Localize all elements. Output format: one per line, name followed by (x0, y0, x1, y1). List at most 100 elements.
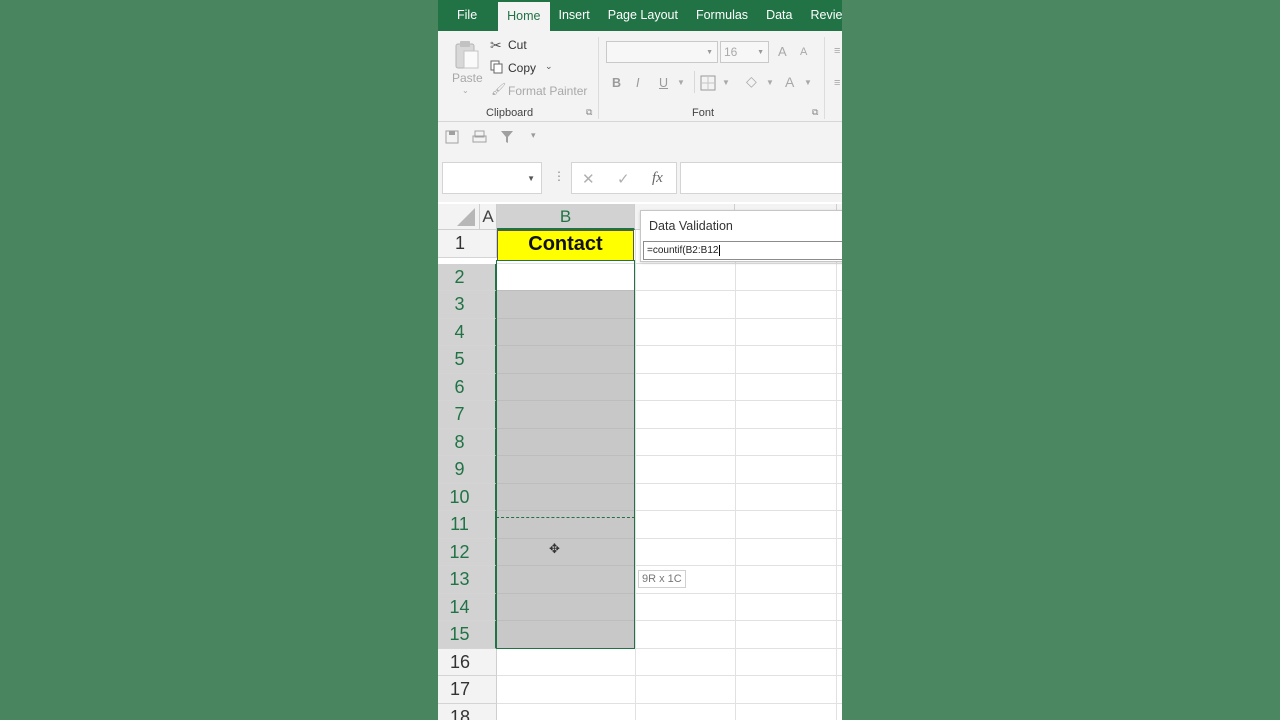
data-validation-title: Data Validation (649, 219, 733, 233)
chevron-down-icon: ▼ (706, 49, 713, 56)
tab-page-layout[interactable]: Page Layout (599, 0, 687, 31)
font-color-button[interactable]: A (785, 74, 794, 90)
paste-dropdown-icon: ⌄ (462, 86, 469, 95)
tab-file[interactable]: File (438, 0, 498, 31)
data-validation-panel: Data Validation =countif(B2:B12 (640, 210, 842, 262)
cell-b1[interactable]: Contact (497, 230, 634, 261)
row-header-2[interactable]: 2 (438, 263, 497, 291)
chevron-down-icon: ▼ (722, 78, 730, 87)
row-header-13[interactable]: 13 (438, 566, 497, 594)
paste-label: Paste (452, 71, 483, 85)
save-icon[interactable] (445, 130, 459, 144)
row-header-9[interactable]: 9 (438, 456, 497, 484)
row-header-12[interactable]: 12 (438, 538, 497, 566)
row-header-3[interactable]: 3 (438, 291, 497, 319)
formula-input[interactable] (680, 162, 842, 194)
grid-row (497, 676, 842, 704)
quick-access-toolbar: ▾ (438, 122, 842, 154)
column-header-a[interactable]: A (480, 204, 497, 230)
selection-border (496, 260, 635, 649)
font-size-field[interactable]: 16 ▼ (720, 41, 769, 63)
scissors-icon: ✂ (490, 37, 502, 53)
cell-cursor-icon: ✥ (549, 541, 560, 556)
row-header-16[interactable]: 16 (438, 648, 497, 676)
grid-column-line (836, 230, 837, 720)
clipboard-group-label: Clipboard (486, 107, 534, 119)
italic-button[interactable]: I (636, 76, 639, 90)
format-painter-label: Format Painter (508, 84, 588, 98)
font-group-label: Font (692, 107, 715, 119)
copy-icon (490, 60, 503, 74)
filter-icon[interactable] (500, 130, 514, 144)
group-divider (598, 37, 599, 119)
worksheet-grid: A B 1 2 3 4 5 6 7 8 9 10 11 12 13 14 15 … (438, 204, 842, 720)
chevron-down-icon: ▼ (804, 78, 812, 87)
enter-icon[interactable]: ✓ (617, 170, 630, 188)
row-header-11[interactable]: 11 (438, 511, 497, 539)
font-name-field[interactable]: ▼ (606, 41, 718, 63)
clipboard-launcher-icon[interactable]: ⧉ (586, 107, 592, 118)
customize-qat-icon[interactable]: ▾ (531, 130, 536, 141)
font-divider (694, 71, 695, 93)
paintbrush-icon: 🖌 (491, 82, 507, 96)
paste-icon (455, 41, 479, 69)
row-header-8[interactable]: 8 (438, 428, 497, 456)
copy-label: Copy (508, 61, 537, 75)
alignment-icon[interactable]: ≡ (834, 77, 840, 89)
column-header-b[interactable]: B (497, 204, 635, 230)
font-launcher-icon[interactable]: ⧉ (812, 107, 818, 118)
cut-label: Cut (508, 38, 527, 52)
print-preview-icon[interactable] (472, 130, 488, 144)
font-size-value: 16 (724, 45, 738, 59)
grid-row (497, 704, 842, 720)
validation-formula-input[interactable]: =countif(B2:B12 (643, 241, 842, 260)
text-caret (719, 244, 721, 256)
right-background (842, 0, 1280, 720)
underline-button[interactable]: U (659, 76, 668, 90)
borders-icon[interactable] (700, 75, 716, 91)
ribbon: Paste ⌄ ✂ Cut Copy ⌄ 🖌 Format Painter Cl… (438, 31, 842, 122)
tab-review[interactable]: Review (801, 0, 842, 31)
alignment-icon[interactable]: ≡ (834, 45, 840, 57)
formula-bar: ▼ ⋮ ✕ ✓ fx (438, 154, 842, 202)
row-header-10[interactable]: 10 (438, 483, 497, 511)
validation-formula-text: =countif(B2:B12 (647, 245, 719, 256)
group-divider (824, 37, 825, 119)
formula-buttons: ✕ ✓ fx (571, 162, 677, 194)
more-options-icon: ⋮ (553, 169, 565, 183)
select-all-button[interactable] (438, 204, 480, 230)
ribbon-tab-bar: File Home Insert Page Layout Formulas Da… (438, 0, 842, 31)
tab-home[interactable]: Home (498, 2, 550, 31)
row-header-17[interactable]: 17 (438, 676, 497, 704)
select-all-triangle-icon (457, 208, 475, 226)
excel-window: File Home Insert Page Layout Formulas Da… (438, 0, 842, 720)
row-header-5[interactable]: 5 (438, 346, 497, 374)
insert-function-button[interactable]: fx (652, 170, 663, 187)
row-header-7[interactable]: 7 (438, 401, 497, 429)
name-box[interactable]: ▼ (442, 162, 542, 194)
row-header-1[interactable]: 1 (438, 230, 497, 258)
chevron-down-icon: ▼ (766, 78, 774, 87)
grow-font-button[interactable]: A (778, 44, 787, 59)
row-header-18[interactable]: 18 (438, 703, 497, 720)
grid-column-line (635, 230, 636, 720)
grid-column-line (735, 230, 736, 720)
row-header-14[interactable]: 14 (438, 593, 497, 621)
tab-insert[interactable]: Insert (550, 0, 599, 31)
grid-row (497, 649, 842, 676)
fill-color-icon[interactable]: ◇ (746, 73, 757, 90)
row-header-6[interactable]: 6 (438, 373, 497, 401)
left-background (0, 0, 438, 720)
chevron-down-icon: ▼ (677, 78, 685, 87)
row-header-4[interactable]: 4 (438, 318, 497, 346)
tab-formulas[interactable]: Formulas (687, 0, 757, 31)
row-header-15[interactable]: 15 (438, 621, 497, 649)
shrink-font-button[interactable]: A (800, 46, 807, 58)
bold-button[interactable]: B (612, 76, 621, 90)
chevron-down-icon: ▼ (757, 49, 764, 56)
cancel-icon[interactable]: ✕ (582, 170, 595, 188)
tab-data[interactable]: Data (757, 0, 801, 31)
chevron-down-icon: ▼ (527, 174, 535, 183)
copy-dropdown-icon: ⌄ (545, 61, 553, 71)
selection-size-tooltip: 9R x 1C (638, 570, 686, 588)
